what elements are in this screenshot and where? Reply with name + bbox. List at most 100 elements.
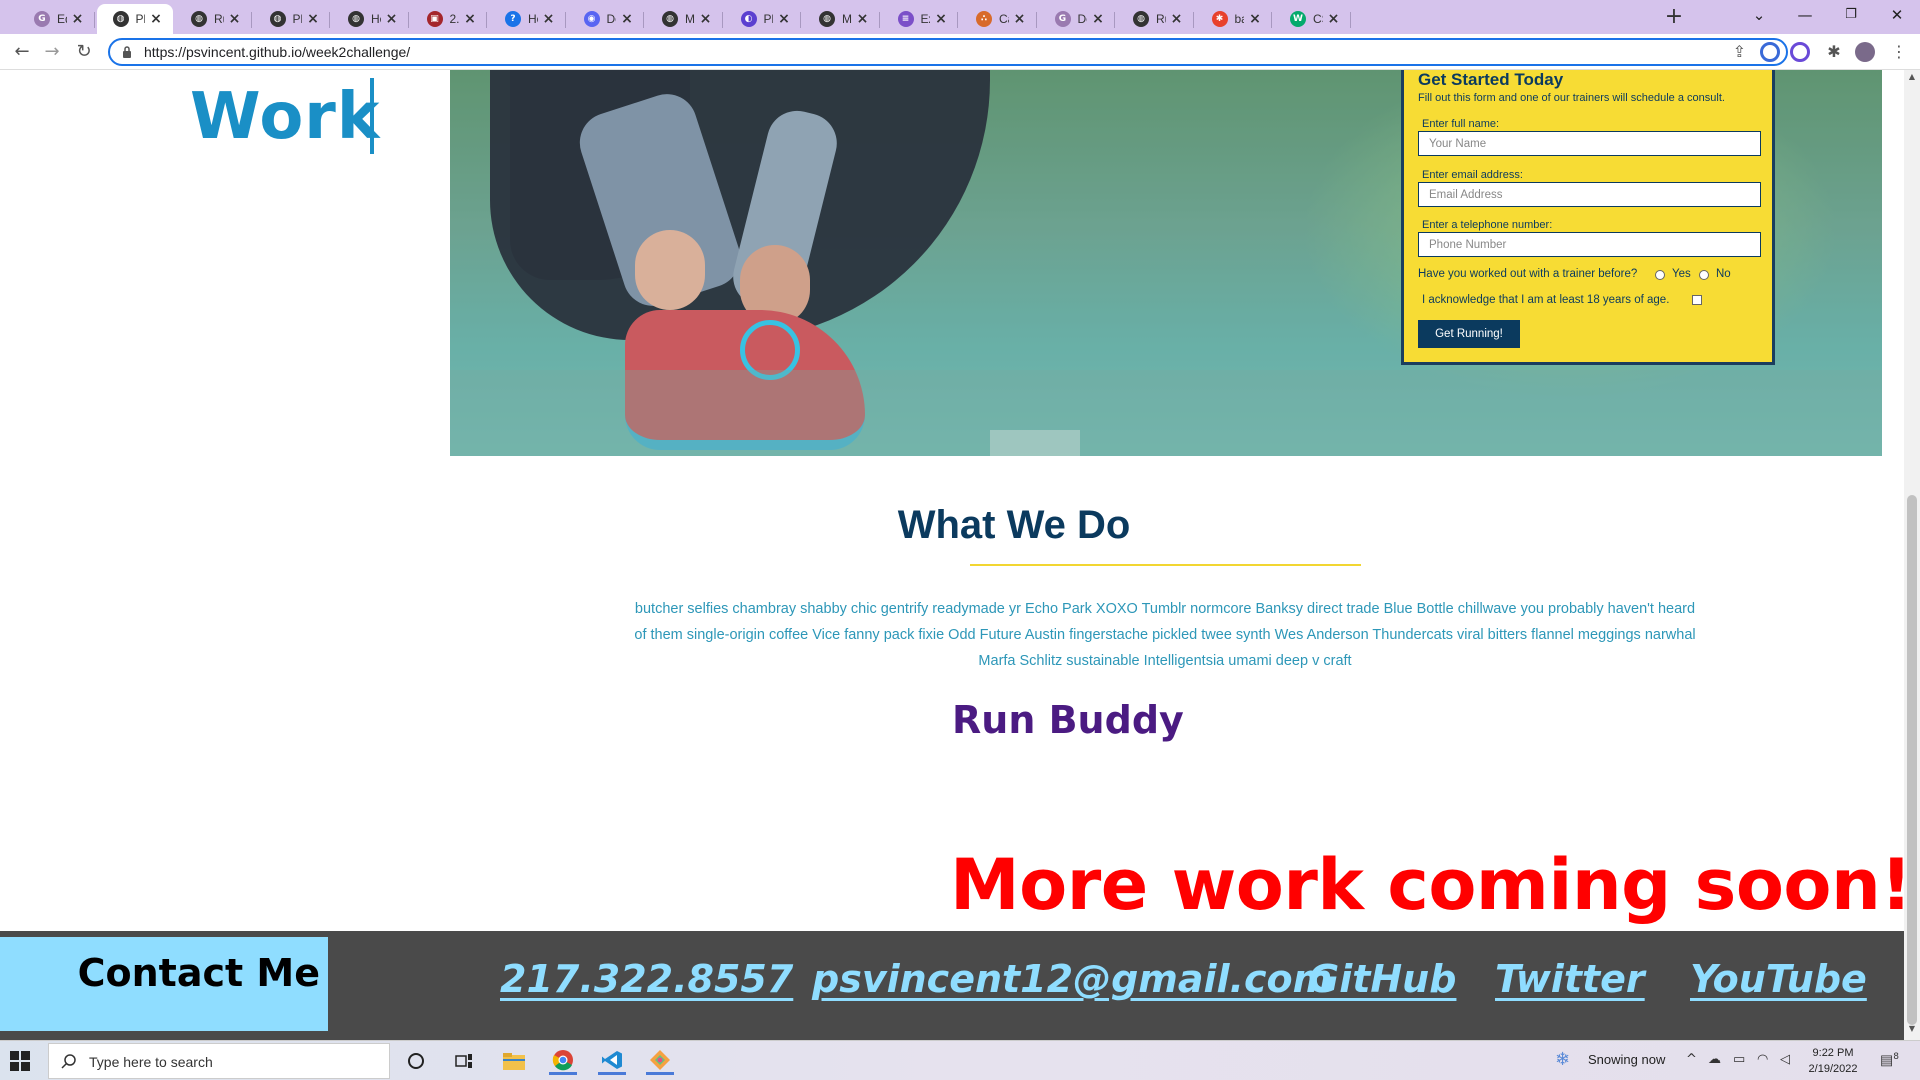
trainer-yes-radio[interactable] (1655, 270, 1665, 280)
browser-tab[interactable]: ◍ Run B × (1117, 4, 1194, 34)
tab-title: Horis (371, 12, 381, 26)
trainer-no-radio[interactable] (1699, 270, 1709, 280)
restore-button[interactable]: ❐ (1828, 0, 1874, 30)
notifications-icon[interactable]: ▤8 (1880, 1052, 1899, 1069)
close-icon[interactable]: × (934, 11, 948, 27)
scroll-up-arrow[interactable]: ▲ (1904, 72, 1920, 86)
system-clock[interactable]: 9:22 PM 2/19/2022 (1798, 1045, 1868, 1077)
battery-icon[interactable]: ▭ (1733, 1052, 1745, 1067)
close-icon[interactable]: × (1013, 11, 1027, 27)
browser-tab[interactable]: ◉ Down× (568, 4, 644, 34)
browser-tab[interactable]: ◍ Run B × (175, 4, 252, 34)
tab-title: Mint F (685, 12, 695, 26)
tab-separator (1349, 12, 1351, 28)
profile-avatar[interactable] (1855, 42, 1875, 62)
close-icon[interactable]: × (1170, 11, 1184, 27)
close-icon[interactable]: × (306, 11, 320, 27)
share-icon[interactable]: ⇪ (1733, 42, 1746, 61)
phone-label: Enter a telephone number: (1422, 219, 1553, 231)
cortana-icon[interactable] (402, 1047, 430, 1075)
github-link[interactable]: GitHub (1308, 957, 1456, 1001)
back-button[interactable]: ← (8, 39, 36, 65)
wifi-icon[interactable]: ◠ (1757, 1052, 1768, 1067)
close-icon[interactable]: × (71, 11, 85, 27)
tab-separator (1192, 12, 1194, 28)
tab-search-button[interactable]: ⌄ (1736, 0, 1782, 30)
volume-muted-icon[interactable]: ◁ (1780, 1052, 1790, 1067)
tab-separator (800, 12, 801, 28)
forward-button[interactable]: → (38, 39, 66, 65)
tab-separator (957, 12, 958, 28)
browser-tab[interactable]: ∴ Can I × (960, 4, 1037, 34)
extension-icon[interactable] (1790, 42, 1810, 62)
lock-icon[interactable] (122, 45, 132, 59)
close-icon[interactable]: × (620, 11, 634, 27)
globe-icon: ◍ (348, 11, 364, 27)
run-buddy-title[interactable]: Run Buddy (952, 698, 1184, 742)
scroll-down-arrow[interactable]: ▼ (1904, 1024, 1920, 1038)
onedrive-cloud-icon[interactable]: ☁ (1708, 1052, 1721, 1067)
tray-chevron-icon[interactable]: ^ (1686, 1052, 1697, 1067)
chrome-icon[interactable] (549, 1047, 577, 1075)
browser-tab[interactable]: G Editin × (18, 4, 95, 34)
close-icon[interactable]: × (1248, 11, 1262, 27)
close-icon[interactable]: × (385, 11, 399, 27)
tab-title: Down (606, 12, 617, 26)
extension-icon[interactable] (1760, 42, 1780, 62)
windows-start-icon[interactable] (10, 1051, 30, 1071)
file-explorer-icon[interactable] (500, 1047, 528, 1075)
browser-tab[interactable]: ◍ Philip× (96, 4, 173, 34)
close-icon[interactable]: × (542, 11, 556, 27)
git-gui-icon[interactable] (646, 1047, 674, 1075)
reload-button[interactable]: ↻ (70, 39, 98, 65)
browser-tab[interactable]: G Deplo× (1039, 4, 1115, 34)
get-running-button[interactable]: Get Running! (1418, 320, 1520, 348)
minimize-button[interactable]: — (1782, 0, 1828, 30)
browser-tab[interactable]: ◐ Phant× (725, 4, 801, 34)
globe-icon: ◍ (112, 11, 129, 27)
browser-tab[interactable]: ? How T × (489, 4, 566, 34)
task-view-icon[interactable] (450, 1047, 478, 1075)
snowflake-icon[interactable]: ❄ (1555, 1049, 1570, 1070)
vscode-icon[interactable] (598, 1047, 626, 1075)
close-icon[interactable]: × (1327, 11, 1341, 27)
youtube-link[interactable]: YouTube (1690, 957, 1867, 1001)
close-icon[interactable]: × (699, 11, 713, 27)
name-label: Enter full name: (1422, 118, 1500, 130)
phone-input[interactable] (1418, 232, 1761, 257)
close-icon[interactable]: × (856, 11, 870, 27)
taskbar-search-box[interactable]: Type here to search (48, 1043, 390, 1079)
close-icon[interactable]: × (777, 11, 791, 27)
browser-tab[interactable]: W CSS b × (1274, 4, 1351, 34)
extensions-puzzle-icon[interactable]: ✱ (1820, 39, 1848, 65)
browser-tab[interactable]: ◍ Horis × (332, 4, 409, 34)
asterisk-icon: ✱ (1211, 11, 1228, 27)
scrollbar-thumb[interactable] (1907, 495, 1917, 1025)
browser-tab[interactable]: ◍ Mint F × (646, 4, 723, 34)
email-link[interactable]: psvincent12@gmail.com (812, 957, 1332, 1001)
browser-tab[interactable]: ◍ Mint F × (803, 4, 880, 34)
browser-tab[interactable]: ≡ Explo× (882, 4, 958, 34)
browser-tab[interactable]: ✱ backg× (1196, 4, 1272, 34)
tab-title: Run B (214, 12, 224, 26)
close-icon[interactable]: × (1091, 11, 1105, 27)
name-input[interactable] (1418, 131, 1761, 156)
page-scrollbar[interactable]: ▲ ▼ (1904, 70, 1920, 1040)
weather-text[interactable]: Snowing now (1588, 1052, 1665, 1067)
phone-link[interactable]: 217.322.8557 (500, 957, 793, 1001)
close-window-button[interactable]: ✕ (1874, 0, 1920, 30)
what-we-do-divider (970, 564, 1361, 566)
close-icon[interactable]: × (463, 11, 477, 27)
close-icon[interactable]: × (149, 11, 163, 27)
page-viewport: Work Get Started Today Fill out this for… (0, 70, 1904, 1040)
browser-tab[interactable]: ▣ 2. Adv× (411, 4, 487, 34)
url-text[interactable]: https://psvincent.github.io/week2challen… (144, 44, 410, 60)
browser-tab[interactable]: ◍ Philip× (254, 4, 330, 34)
email-input[interactable] (1418, 182, 1761, 207)
close-icon[interactable]: × (228, 11, 242, 27)
new-tab-button[interactable]: + (1660, 4, 1688, 32)
address-bar[interactable]: https://psvincent.github.io/week2challen… (108, 38, 1788, 66)
menu-kebab-icon[interactable]: ⋮ (1885, 39, 1913, 65)
age-acknowledge-checkbox[interactable] (1692, 295, 1702, 305)
twitter-link[interactable]: Twitter (1495, 957, 1645, 1001)
